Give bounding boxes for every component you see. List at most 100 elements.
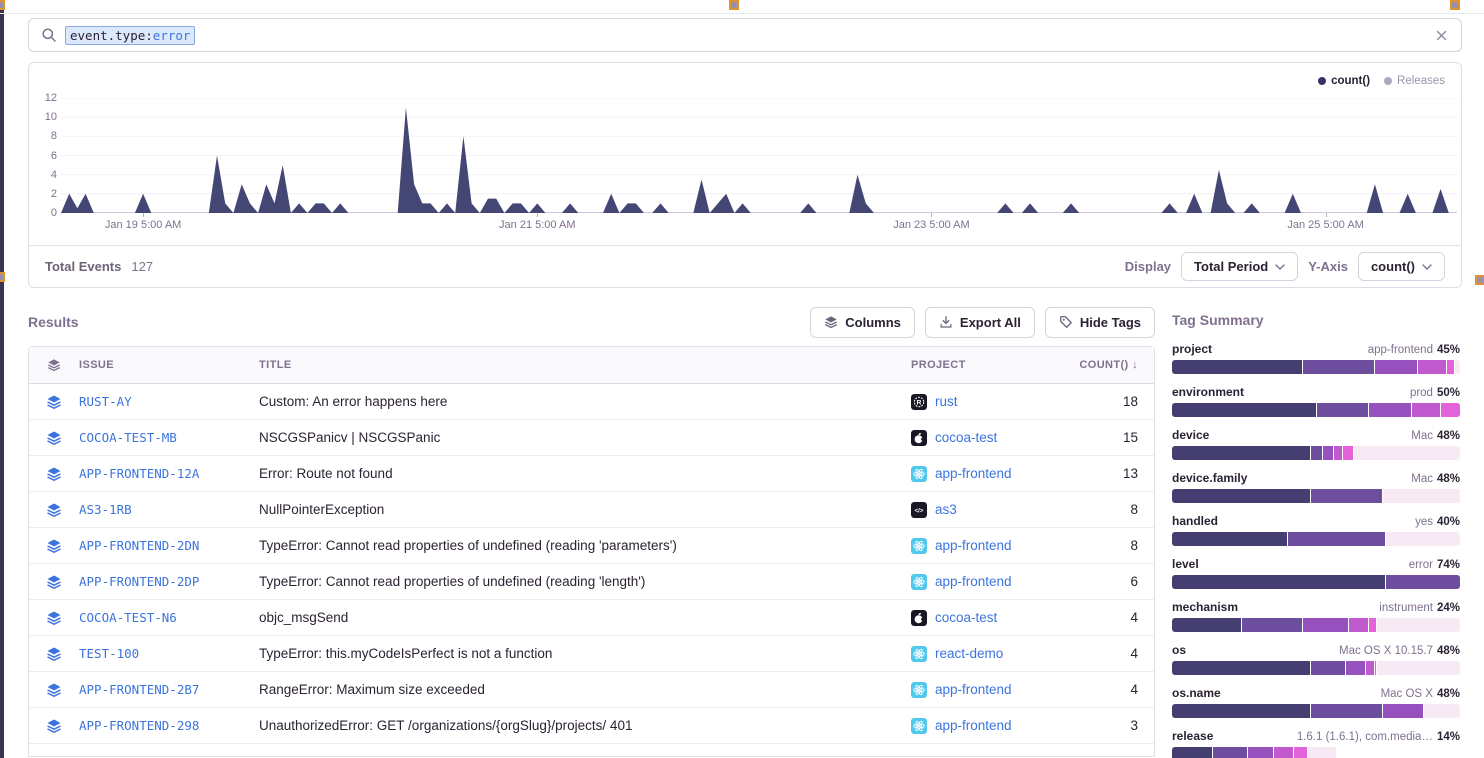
project-link[interactable]: app-frontend (935, 538, 1012, 553)
tag-bar-segment[interactable] (1385, 575, 1460, 589)
selection-handle-right-middle[interactable] (1475, 275, 1484, 285)
tag-bar-segment[interactable] (1273, 747, 1293, 758)
tag-bar-segment[interactable] (1172, 489, 1310, 503)
project-link[interactable]: rust (935, 394, 958, 409)
tag-bar-segment[interactable] (1310, 661, 1345, 675)
tag-bar-segment[interactable] (1293, 747, 1307, 758)
tag-bar-segment[interactable] (1172, 661, 1310, 675)
tag-bar-segment[interactable] (1446, 360, 1455, 374)
tag-bar-segment[interactable] (1382, 704, 1422, 718)
selection-handle-top-right[interactable] (1450, 0, 1460, 10)
tag-bar-segment[interactable] (1365, 661, 1374, 675)
tag-bar-segment[interactable] (1382, 489, 1460, 503)
legend-item-count[interactable]: count() (1318, 75, 1370, 87)
columns-button[interactable]: Columns (810, 307, 915, 338)
project-link[interactable]: as3 (935, 502, 957, 517)
tag-bar-segment[interactable] (1172, 618, 1241, 632)
tag-bar-segment[interactable] (1368, 618, 1377, 632)
display-dropdown-value: Total Period (1194, 259, 1268, 274)
project-link[interactable]: app-frontend (935, 718, 1012, 733)
tag-bar-segment[interactable] (1454, 360, 1460, 374)
tag-bar-segment[interactable] (1368, 403, 1411, 417)
project-link[interactable]: app-frontend (935, 466, 1012, 481)
event-count: 4 (1076, 682, 1154, 697)
tag-bar-segment[interactable] (1316, 403, 1368, 417)
column-header-count[interactable]: COUNT() ↓ (1076, 359, 1154, 371)
issue-link[interactable]: RUST-AY (79, 394, 259, 409)
tag-distribution-bar (1172, 661, 1460, 675)
project-link[interactable]: app-frontend (935, 574, 1012, 589)
tag-bar-segment[interactable] (1241, 618, 1301, 632)
tag-name: device.family (1172, 471, 1247, 485)
tag-bar-segment[interactable] (1247, 747, 1273, 758)
issue-link[interactable]: APP-FRONTEND-12A (79, 466, 259, 481)
tag-bar-segment[interactable] (1353, 446, 1460, 460)
tag-bar-segment[interactable] (1172, 403, 1316, 417)
tag-bar-segment[interactable] (1348, 618, 1368, 632)
hide-tags-button[interactable]: Hide Tags (1045, 307, 1155, 338)
tag-bar-segment[interactable] (1302, 618, 1348, 632)
tag-bar-segment[interactable] (1307, 747, 1336, 758)
tag-bar-segment[interactable] (1333, 446, 1342, 460)
tag-bar-segment[interactable] (1212, 747, 1247, 758)
event-count: 4 (1076, 646, 1154, 661)
tag-bar-segment[interactable] (1374, 360, 1417, 374)
project-link[interactable]: app-frontend (935, 682, 1012, 697)
selection-handle-top-left[interactable] (0, 0, 5, 10)
issue-link[interactable]: APP-FRONTEND-2B7 (79, 682, 259, 697)
selection-handle-left-middle[interactable] (0, 272, 5, 282)
display-dropdown[interactable]: Total Period (1181, 252, 1298, 281)
project-link[interactable]: react-demo (935, 646, 1003, 661)
issue-link[interactable]: APP-FRONTEND-298 (79, 718, 259, 733)
tag-bar-segment[interactable] (1172, 446, 1310, 460)
issue-link[interactable]: COCOA-TEST-MB (79, 430, 259, 445)
issue-link[interactable]: COCOA-TEST-N6 (79, 610, 259, 625)
tag-bar-segment[interactable] (1172, 532, 1287, 546)
column-header-project[interactable]: PROJECT (911, 359, 1076, 371)
y-axis-dropdown[interactable]: count() (1358, 252, 1445, 281)
y-axis-tick-label: 4 (33, 168, 57, 182)
tag-bar-segment[interactable] (1322, 446, 1334, 460)
project-link[interactable]: cocoa-test (935, 610, 997, 625)
tag-bar-segment[interactable] (1342, 446, 1354, 460)
export-all-button[interactable]: Export All (925, 307, 1035, 338)
event-count: 6 (1076, 574, 1154, 589)
tag-bar-segment[interactable] (1310, 489, 1382, 503)
issue-link[interactable]: TEST-100 (79, 646, 259, 661)
tag-bar-segment[interactable] (1385, 532, 1460, 546)
column-header-issue[interactable]: ISSUE (79, 359, 259, 371)
issue-link[interactable]: APP-FRONTEND-2DP (79, 574, 259, 589)
search-bar[interactable]: event.type:error (28, 18, 1462, 52)
selection-handle-top-center[interactable] (729, 0, 739, 10)
tag-bar-segment[interactable] (1172, 360, 1302, 374)
issue-stack-icon (46, 646, 62, 662)
column-header-title[interactable]: TITLE (259, 359, 911, 371)
tag-bar-segment[interactable] (1302, 360, 1374, 374)
tag-bar-segment[interactable] (1376, 618, 1460, 632)
tag-bar-segment[interactable] (1310, 446, 1322, 460)
table-row: APP-FRONTEND-2DPTypeError: Cannot read p… (29, 564, 1154, 600)
search-query-token[interactable]: event.type:error (65, 26, 195, 45)
tag-bar-segment[interactable] (1376, 661, 1460, 675)
issue-link[interactable]: APP-FRONTEND-2DN (79, 538, 259, 553)
tag-bar-segment[interactable] (1423, 704, 1460, 718)
tag-bar-segment[interactable] (1287, 532, 1385, 546)
legend-item-releases[interactable]: Releases (1384, 75, 1445, 87)
tag-summary-title: Tag Summary (1172, 312, 1460, 328)
svg-text:R: R (917, 399, 922, 406)
react-platform-icon (911, 466, 927, 482)
tag-bar-segment[interactable] (1172, 575, 1385, 589)
issue-link[interactable]: AS3-1RB (79, 502, 259, 517)
tag-bar-segment[interactable] (1411, 403, 1440, 417)
project-link[interactable]: cocoa-test (935, 430, 997, 445)
tag-bar-segment[interactable] (1172, 704, 1310, 718)
clear-search-icon[interactable] (1434, 28, 1449, 43)
x-axis-tick-mark (931, 213, 932, 217)
tag-bar-segment[interactable] (1172, 747, 1212, 758)
tag-bar-segment[interactable] (1345, 661, 1365, 675)
tag-bar-segment[interactable] (1440, 403, 1460, 417)
tag-name: handled (1172, 514, 1218, 528)
tag-bar-segment[interactable] (1417, 360, 1446, 374)
tag-summary-block: levelerror74% (1172, 557, 1460, 589)
tag-bar-segment[interactable] (1310, 704, 1382, 718)
